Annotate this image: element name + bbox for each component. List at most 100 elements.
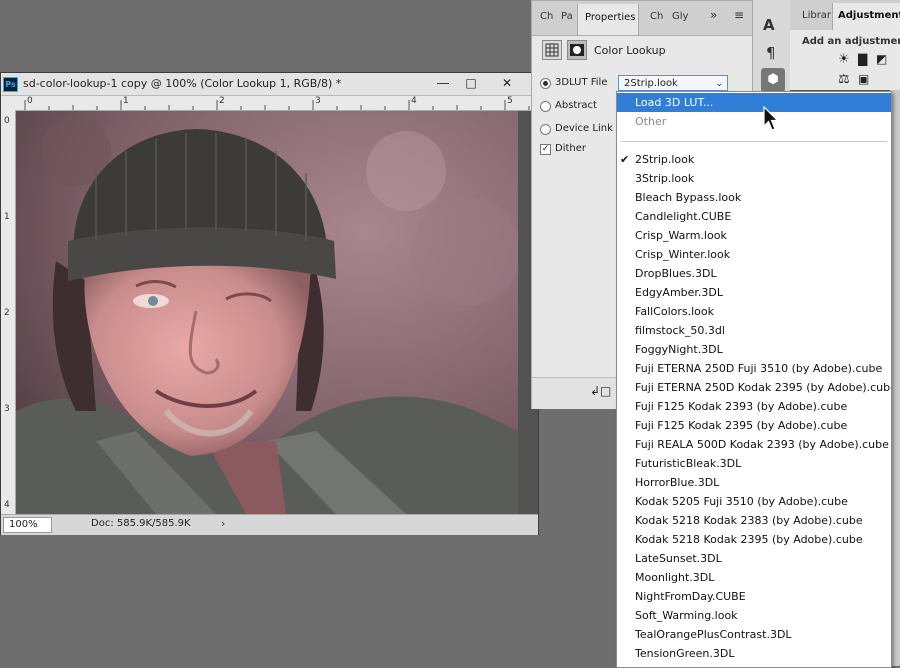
tab-libraries[interactable]: Librar	[802, 10, 831, 21]
menu-item-lut[interactable]: Fuji F125 Kodak 2395 (by Adobe).cube	[617, 416, 891, 435]
document-title: sd-color-lookup-1 copy @ 100% (Color Loo…	[23, 77, 342, 90]
close-icon[interactable]: ✕	[497, 75, 517, 92]
brightness-icon[interactable]: ☀	[838, 52, 850, 67]
character-icon[interactable]: A	[763, 16, 775, 34]
menu-item-lut[interactable]: TensionGreen.3DL	[617, 644, 891, 663]
menu-item-lut[interactable]: Fuji REALA 500D Kodak 2393 (by Adobe).cu…	[617, 435, 891, 454]
menu-item-lut[interactable]: ✔ 2Strip.look	[617, 150, 891, 169]
tab-glyphs[interactable]: Gly	[672, 11, 688, 22]
menu-item-label: Kodak 5205 Fuji 3510 (by Adobe).cube	[635, 495, 848, 508]
properties-tab-bar: Ch Pa Properties Ch Gly » ≡	[532, 1, 753, 36]
abstract-radio[interactable]	[540, 101, 551, 112]
document-size-info[interactable]: Doc: 585.9K/585.9K	[91, 518, 191, 529]
menu-item-lut[interactable]: DropBlues.3DL	[617, 264, 891, 283]
tab-adjustments[interactable]: Adjustments	[832, 3, 900, 30]
clip-to-layer-icon[interactable]: ↲□	[590, 384, 611, 398]
device-link-label: Device Link	[555, 123, 613, 134]
lut-file-label: 3DLUT File	[555, 77, 608, 88]
mouse-cursor-icon	[763, 106, 779, 131]
document-title-bar[interactable]: Ps sd-color-lookup-1 copy @ 100% (Color …	[1, 73, 538, 96]
menu-item-lut[interactable]: FoggyNight.3DL	[617, 340, 891, 359]
dither-checkbox[interactable]: ✓	[540, 144, 551, 155]
menu-item-lut[interactable]: Crisp_Winter.look	[617, 245, 891, 264]
menu-item-label: Fuji REALA 500D Kodak 2393 (by Adobe).cu…	[635, 438, 889, 451]
levels-icon[interactable]: ▇	[858, 52, 867, 66]
menu-item-lut[interactable]: Kodak 5218 Kodak 2395 (by Adobe).cube	[617, 530, 891, 549]
image-canvas[interactable]	[16, 111, 518, 514]
ruler-label: 2	[4, 308, 10, 318]
menu-item-lut[interactable]: Candlelight.CUBE	[617, 207, 891, 226]
device-link-radio[interactable]	[540, 124, 551, 135]
chevron-right-icon[interactable]: ›	[221, 517, 225, 530]
zoom-input[interactable]: 100%	[3, 517, 52, 533]
menu-item-label: Crisp_Warm.look	[635, 229, 727, 242]
menu-item-lut[interactable]: 3Strip.look	[617, 169, 891, 188]
menu-item-lut[interactable]: Fuji ETERNA 250D Kodak 2395 (by Adobe).c…	[617, 378, 891, 397]
menu-item-lut[interactable]: filmstock_50.3dl	[617, 321, 891, 340]
curves-icon[interactable]: ◩	[876, 52, 887, 66]
menu-item-label: TealOrangePlusContrast.3DL	[635, 628, 792, 641]
photoshop-logo-icon: Ps	[3, 77, 18, 92]
panel-title: Color Lookup	[594, 44, 666, 57]
mask-icon[interactable]	[567, 40, 587, 60]
ruler-horizontal[interactable]: 0 1 2 3 4 5	[15, 96, 538, 111]
menu-item-lut[interactable]: Crisp_Warm.look	[617, 226, 891, 245]
tab-character[interactable]: Ch	[650, 11, 663, 22]
menu-item-lut[interactable]: EdgyAmber.3DL	[617, 283, 891, 302]
tab-properties-label: Properties	[585, 12, 636, 23]
menu-item-lut[interactable]: Bleach Bypass.look	[617, 188, 891, 207]
menu-item-load-3d-lut[interactable]: Load 3D LUT...	[617, 93, 891, 112]
lut-file-select[interactable]: 2Strip.look ⌄	[618, 75, 728, 91]
ruler-label: 3	[4, 404, 10, 414]
menu-item-lut[interactable]: Soft_Warming.look	[617, 606, 891, 625]
tabs-overflow-icon[interactable]: »	[710, 8, 717, 22]
menu-item-lut[interactable]: Fuji ETERNA 250D Fuji 3510 (by Adobe).cu…	[617, 359, 891, 378]
menu-item-lut[interactable]: Kodak 5205 Fuji 3510 (by Adobe).cube	[617, 492, 891, 511]
black-white-icon[interactable]: ▣	[858, 72, 869, 86]
menu-item-label: Fuji ETERNA 250D Fuji 3510 (by Adobe).cu…	[635, 362, 883, 375]
ruler-corner[interactable]	[1, 96, 16, 111]
menu-item-label: HorrorBlue.3DL	[635, 476, 720, 489]
tab-properties[interactable]: Properties	[577, 4, 639, 35]
menu-item-lut[interactable]: FuturisticBleak.3DL	[617, 454, 891, 473]
panel-menu-icon[interactable]: ≡	[734, 8, 744, 22]
minimize-icon[interactable]: ―	[433, 75, 453, 92]
paragraph-icon[interactable]: ¶	[766, 44, 776, 62]
lut-file-radio[interactable]	[540, 78, 551, 89]
ruler-label: 0	[4, 116, 10, 126]
maximize-icon[interactable]: □	[461, 75, 481, 92]
ruler-vertical[interactable]: 0 1 2 3 4	[1, 110, 16, 514]
menu-item-label: NightFromDay.CUBE	[635, 590, 746, 603]
menu-item-lut[interactable]: LateSunset.3DL	[617, 549, 891, 568]
menu-item-label: Fuji ETERNA 250D Kodak 2395 (by Adobe).c…	[635, 381, 892, 394]
menu-item-label: Moonlight.3DL	[635, 571, 715, 584]
color-balance-icon[interactable]: ⚖	[838, 72, 850, 87]
menu-item-label: 2Strip.look	[635, 153, 695, 166]
document-window: Ps sd-color-lookup-1 copy @ 100% (Color …	[0, 72, 539, 535]
menu-item-label: LateSunset.3DL	[635, 552, 722, 565]
menu-item-other: Other	[617, 112, 891, 131]
menu-item-lut[interactable]: FallColors.look	[617, 302, 891, 321]
tab-paths[interactable]: Pa	[561, 11, 573, 22]
chevron-down-icon: ⌄	[715, 79, 723, 89]
menu-item-label: filmstock_50.3dl	[635, 324, 725, 337]
menu-item-lut[interactable]: Moonlight.3DL	[617, 568, 891, 587]
menu-item-lut[interactable]: Kodak 5218 Kodak 2383 (by Adobe).cube	[617, 511, 891, 530]
panel-tool-strip: A ¶ ⬢	[752, 0, 791, 100]
menu-item-lut[interactable]: NightFromDay.CUBE	[617, 587, 891, 606]
menu-item-label: TensionGreen.3DL	[635, 647, 735, 660]
adjustment-grid-icon	[542, 40, 562, 60]
3d-cube-icon[interactable]: ⬢	[761, 68, 785, 92]
document-status-bar: 100% Doc: 585.9K/585.9K ›	[1, 514, 538, 535]
menu-item-lut[interactable]: HorrorBlue.3DL	[617, 473, 891, 492]
ruler-label: 1	[123, 96, 129, 106]
ruler-label: 1	[4, 212, 10, 222]
menu-item-label: Bleach Bypass.look	[635, 191, 742, 204]
menu-item-label: Fuji F125 Kodak 2395 (by Adobe).cube	[635, 419, 848, 432]
checkmark-icon: ✔	[620, 153, 630, 166]
menu-item-lut[interactable]: Fuji F125 Kodak 2393 (by Adobe).cube	[617, 397, 891, 416]
menu-item-label: Soft_Warming.look	[635, 609, 738, 622]
menu-item-label: 3Strip.look	[635, 172, 695, 185]
menu-item-lut[interactable]: TealOrangePlusContrast.3DL	[617, 625, 891, 644]
tab-channels[interactable]: Ch	[540, 11, 553, 22]
